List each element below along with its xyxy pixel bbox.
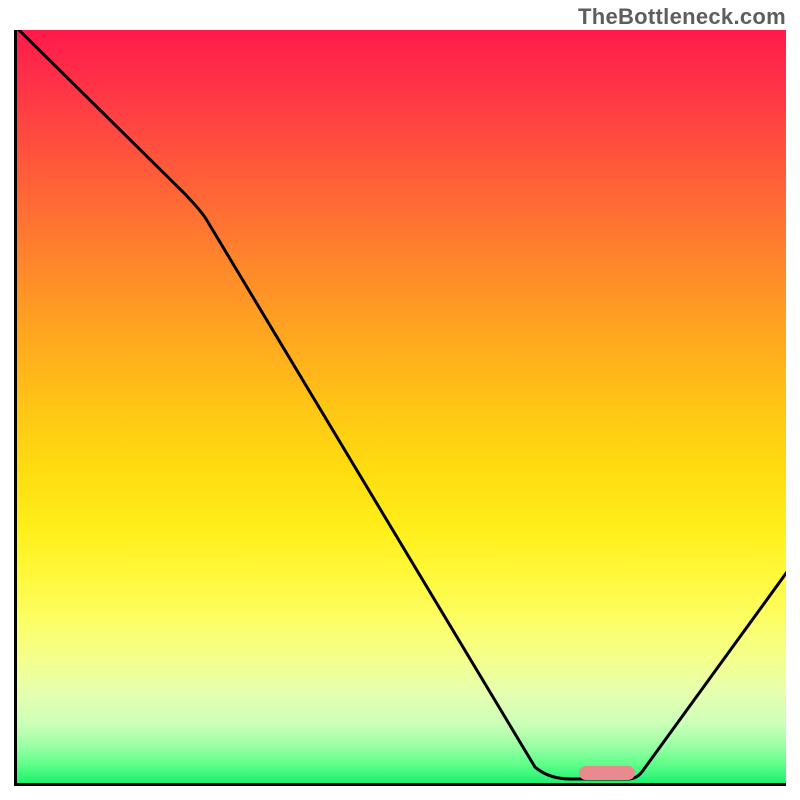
plot-area	[14, 30, 786, 786]
line-curve	[17, 30, 786, 783]
curve-path	[17, 30, 786, 779]
watermark-text: TheBottleneck.com	[578, 4, 786, 30]
minimum-marker	[579, 766, 635, 780]
